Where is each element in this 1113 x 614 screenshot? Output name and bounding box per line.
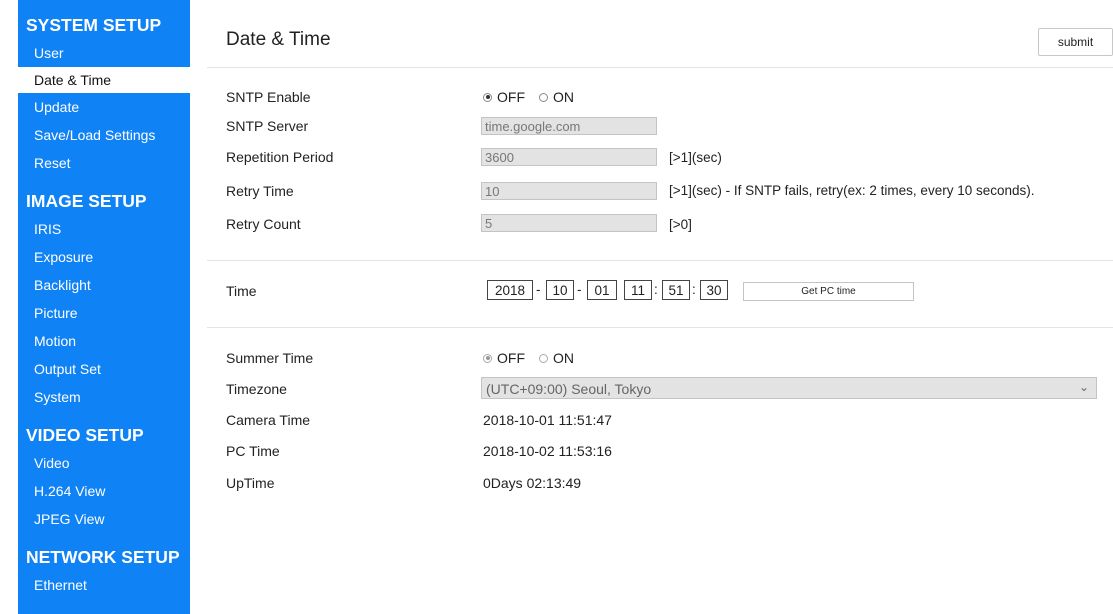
hour-input[interactable]: [624, 280, 652, 300]
sidebar-item-date-time[interactable]: Date & Time: [18, 67, 190, 93]
sntp-enable-radio-group: OFF ON: [483, 89, 588, 105]
section-heading-system-setup: SYSTEM SETUP: [26, 15, 162, 35]
divider: [207, 327, 1113, 328]
date-separator: -: [577, 282, 582, 297]
sidebar-item-picture[interactable]: Picture: [18, 299, 190, 327]
main-panel: Date & Time submit SNTP Enable OFF ON SN…: [190, 0, 1113, 614]
section-heading-network-setup: NETWORK SETUP: [26, 547, 180, 567]
sntp-server-label: SNTP Server: [226, 118, 309, 134]
repetition-period-label: Repetition Period: [226, 149, 334, 165]
divider: [207, 260, 1113, 261]
uptime-value: 0Days 02:13:49: [483, 475, 582, 491]
sidebar-item-exposure[interactable]: Exposure: [18, 243, 190, 271]
time-label: Time: [226, 283, 257, 299]
time-separator: :: [654, 282, 658, 297]
date-separator: -: [536, 282, 541, 297]
uptime-label: UpTime: [226, 475, 275, 491]
time-separator: :: [692, 282, 696, 297]
retry-time-input[interactable]: [481, 182, 657, 200]
month-input[interactable]: [546, 280, 574, 300]
pc-time-value: 2018-10-02 11:53:16: [483, 443, 612, 459]
chevron-down-icon: ⌄: [1078, 380, 1089, 394]
sidebar-item-system[interactable]: System: [18, 383, 190, 411]
sntp-on-radio[interactable]: [539, 92, 548, 102]
timezone-value: (UTC+09:00) Seoul, Tokyo: [486, 381, 652, 397]
sidebar-item-output-set[interactable]: Output Set: [18, 355, 190, 383]
year-input[interactable]: [487, 280, 533, 300]
sidebar-item-jpeg-view[interactable]: JPEG View: [18, 505, 190, 533]
summer-time-label: Summer Time: [226, 350, 314, 366]
repetition-period-input[interactable]: [481, 148, 657, 166]
sntp-off-label: OFF: [497, 89, 525, 105]
sntp-server-input[interactable]: [481, 117, 657, 135]
sidebar-item-motion[interactable]: Motion: [18, 327, 190, 355]
retry-time-hint: [>1](sec) - If SNTP fails, retry(ex: 2 t…: [669, 183, 1035, 198]
day-input[interactable]: [587, 280, 617, 300]
summer-off-radio[interactable]: [483, 353, 492, 363]
page-title: Date & Time: [226, 29, 331, 50]
second-input[interactable]: [700, 280, 728, 300]
summer-on-radio[interactable]: [539, 353, 548, 363]
sidebar: SYSTEM SETUP User Date & Time Update Sav…: [18, 0, 190, 614]
summer-off-label: OFF: [497, 350, 525, 366]
sntp-on-label: ON: [553, 89, 574, 105]
camera-time-label: Camera Time: [226, 412, 311, 428]
summer-time-radio-group: OFF ON: [483, 350, 588, 366]
section-heading-video-setup: VIDEO SETUP: [26, 425, 144, 445]
get-pc-time-button[interactable]: Get PC time: [743, 282, 914, 301]
sntp-enable-label: SNTP Enable: [226, 89, 311, 105]
minute-input[interactable]: [662, 280, 690, 300]
divider: [207, 67, 1113, 68]
repetition-period-hint: [>1](sec): [669, 150, 722, 165]
retry-count-label: Retry Count: [226, 216, 301, 232]
sntp-off-radio[interactable]: [483, 92, 492, 102]
sidebar-item-save-load-settings[interactable]: Save/Load Settings: [18, 121, 190, 149]
section-heading-image-setup: IMAGE SETUP: [26, 191, 147, 211]
sidebar-item-reset[interactable]: Reset: [18, 149, 190, 177]
sidebar-item-iris[interactable]: IRIS: [18, 215, 190, 243]
sidebar-item-ethernet[interactable]: Ethernet: [18, 571, 190, 599]
pc-time-label: PC Time: [226, 443, 280, 459]
retry-count-hint: [>0]: [669, 217, 692, 232]
retry-time-label: Retry Time: [226, 183, 294, 199]
camera-time-value: 2018-10-01 11:51:47: [483, 412, 612, 428]
sidebar-item-h264-view[interactable]: H.264 View: [18, 477, 190, 505]
timezone-label: Timezone: [226, 381, 287, 397]
sidebar-item-backlight[interactable]: Backlight: [18, 271, 190, 299]
retry-count-input[interactable]: [481, 214, 657, 232]
summer-on-label: ON: [553, 350, 574, 366]
sidebar-item-user[interactable]: User: [18, 39, 190, 67]
sidebar-item-update[interactable]: Update: [18, 93, 190, 121]
sidebar-item-video[interactable]: Video: [18, 449, 190, 477]
submit-button[interactable]: submit: [1038, 28, 1113, 56]
timezone-select[interactable]: (UTC+09:00) Seoul, Tokyo ⌄: [481, 377, 1097, 399]
